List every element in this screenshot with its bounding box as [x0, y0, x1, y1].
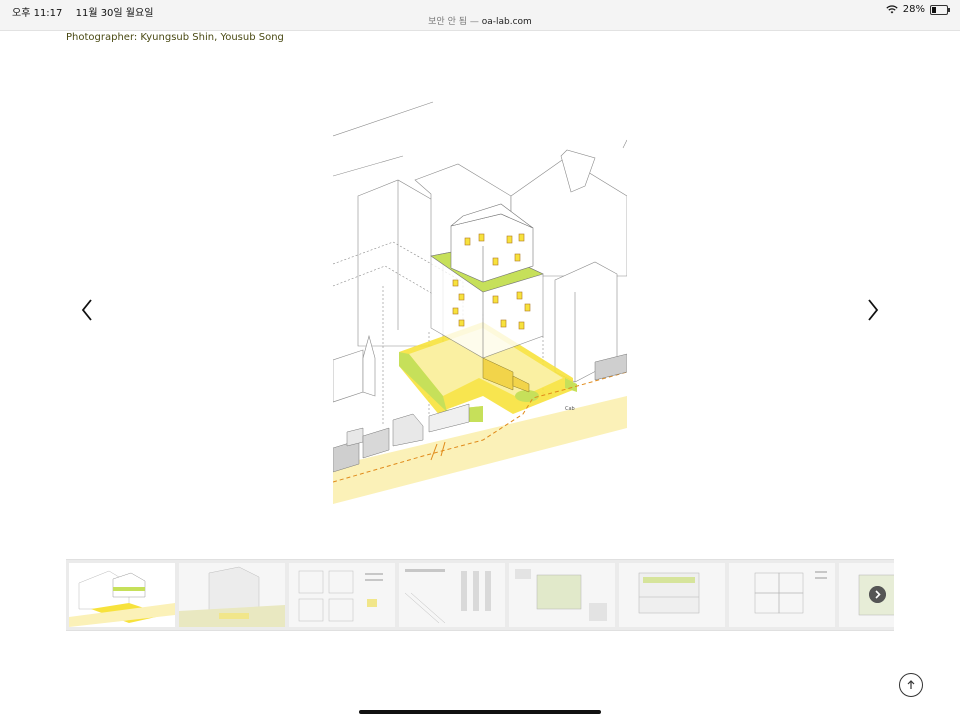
- scroll-top-button[interactable]: [899, 673, 923, 697]
- thumbnail-3[interactable]: [289, 563, 395, 627]
- thumbnail-image: [179, 563, 285, 627]
- wifi-icon: [886, 5, 898, 14]
- thumbnail-2[interactable]: [179, 563, 285, 627]
- thumbnail-4[interactable]: [399, 563, 505, 627]
- thumbnail-image: [69, 563, 175, 627]
- address-domain: oa-lab.com: [481, 17, 532, 27]
- status-bar: 오후 11:17 11월 30일 월요일 보안 안 됨 — oa-lab.com…: [0, 0, 960, 31]
- thumbnail-image: [619, 563, 725, 627]
- thumbnail-image: [399, 563, 505, 627]
- thumbnail-6[interactable]: [619, 563, 725, 627]
- battery-fill: [932, 6, 936, 13]
- security-label: 보안 안 됨 —: [428, 17, 479, 27]
- address-bar[interactable]: 보안 안 됨 — oa-lab.com: [0, 14, 960, 27]
- arrow-up-icon: [907, 680, 915, 689]
- thumbnail-image: [729, 563, 835, 627]
- gallery-main-image[interactable]: Cab: [333, 96, 627, 504]
- status-right: 28%: [886, 4, 950, 15]
- thumbnail-image: [289, 563, 395, 627]
- photographer-credit: Photographer: Kyungsub Shin, Yousub Song: [66, 32, 284, 43]
- battery-icon: [930, 4, 950, 15]
- thumbnail-image: [509, 563, 615, 627]
- thumbnail-7[interactable]: [729, 563, 835, 627]
- chevron-right-icon[interactable]: [860, 296, 884, 324]
- thumbnail-1[interactable]: [69, 563, 175, 627]
- thumbnail-strip: [66, 559, 894, 631]
- diagram-label: Cab: [565, 406, 575, 412]
- chevron-left-icon[interactable]: [76, 296, 100, 324]
- circle-chevron-right-icon[interactable]: [869, 586, 886, 603]
- home-indicator[interactable]: [359, 710, 601, 714]
- thumbnail-5[interactable]: [509, 563, 615, 627]
- battery-percent: 28%: [902, 4, 925, 15]
